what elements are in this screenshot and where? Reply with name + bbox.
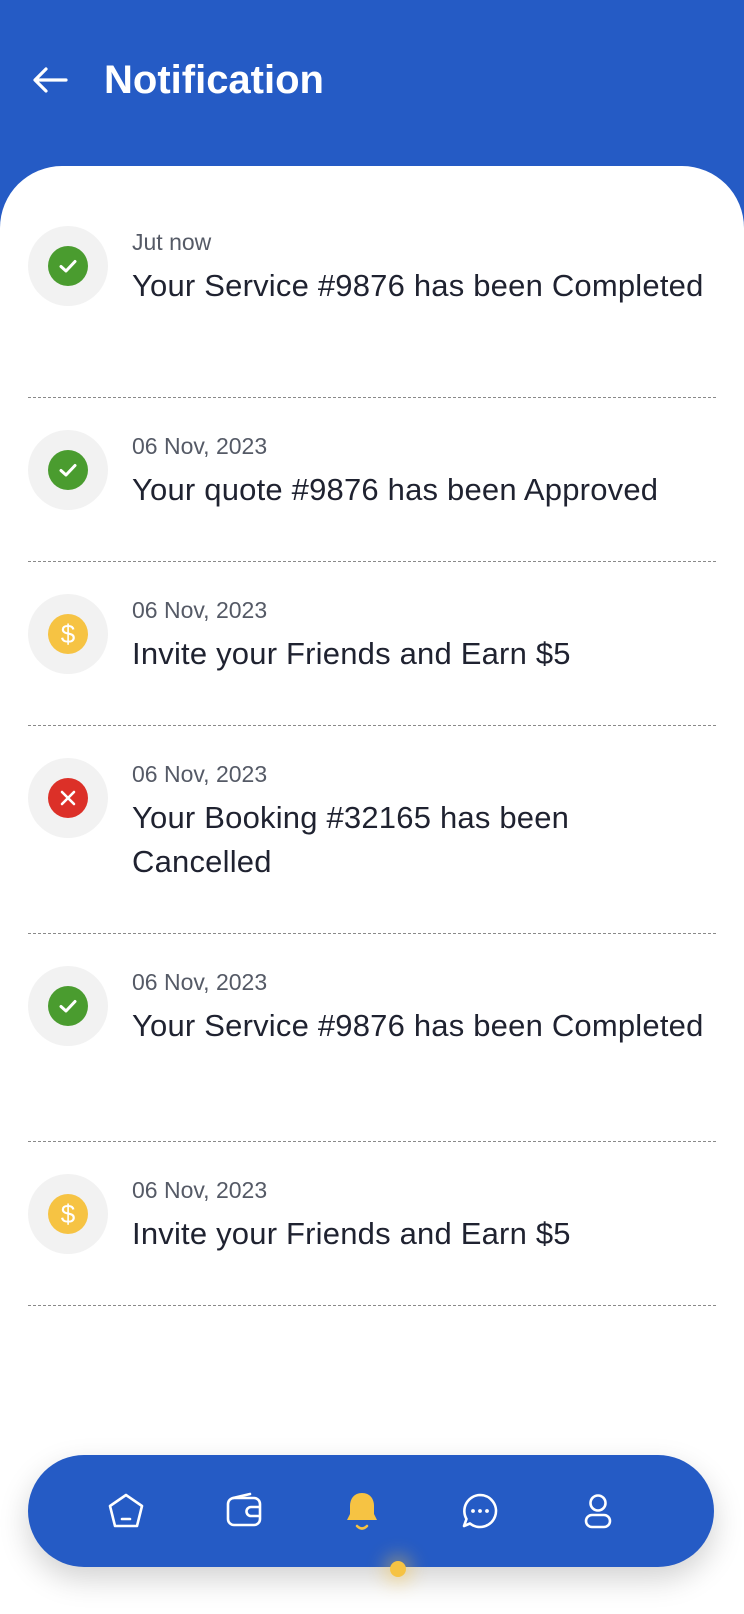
notification-message: Your quote #9876 has been Approved — [132, 472, 659, 507]
notification-date: 06 Nov, 2023 — [132, 597, 268, 623]
notification-sheet: Jut now Your Service #9876 has been Comp… — [0, 166, 744, 1614]
profile-icon — [584, 1494, 612, 1529]
notification-icon-holder: $ — [28, 594, 108, 674]
svg-text:$: $ — [61, 620, 76, 648]
notification-screen: Notification Jut now Your Service #9876 … — [0, 0, 744, 1614]
svg-text:$: $ — [61, 1200, 76, 1228]
notification-icon-holder — [28, 966, 108, 1046]
nav-profile-button[interactable] — [568, 1481, 628, 1541]
notification-item[interactable]: $ 06 Nov, 2023 Invite your Friends and E… — [28, 562, 716, 726]
notification-message: Your Booking #32165 has been Cancelled — [132, 800, 570, 879]
nav-wallet-button[interactable] — [214, 1481, 274, 1541]
notification-message: Your Service #9876 has been Completed — [132, 268, 704, 303]
notification-message: Invite your Friends and Earn $5 — [132, 1216, 571, 1251]
notification-item[interactable]: 06 Nov, 2023 Your Booking #32165 has bee… — [28, 726, 716, 934]
bottom-nav — [28, 1455, 714, 1577]
notification-item[interactable]: 06 Nov, 2023 Your quote #9876 has been A… — [28, 398, 716, 562]
notification-icon-holder — [28, 430, 108, 510]
notification-item[interactable]: $ 06 Nov, 2023 Invite your Friends and E… — [28, 1142, 716, 1306]
notification-date: Jut now — [132, 229, 212, 255]
home-icon — [108, 1493, 144, 1528]
check-circle-icon — [48, 450, 88, 490]
notification-item[interactable]: Jut now Your Service #9876 has been Comp… — [28, 166, 716, 398]
arrow-left-icon — [33, 67, 68, 93]
nav-notification-button[interactable] — [332, 1481, 392, 1541]
back-button[interactable] — [28, 58, 72, 102]
notification-message: Invite your Friends and Earn $5 — [132, 636, 571, 671]
page-title: Notification — [104, 58, 324, 102]
nav-home-button[interactable] — [96, 1481, 156, 1541]
notification-item[interactable]: 06 Nov, 2023 Your Service #9876 has been… — [28, 934, 716, 1142]
notification-date: 06 Nov, 2023 — [132, 969, 268, 995]
dollar-coin-icon: $ — [48, 614, 88, 654]
check-circle-icon — [48, 246, 88, 286]
wallet-icon — [226, 1492, 262, 1527]
notification-date: 06 Nov, 2023 — [132, 761, 268, 787]
dollar-coin-icon: $ — [48, 1194, 88, 1234]
active-tab-indicator — [390, 1561, 406, 1577]
nav-chat-button[interactable] — [450, 1481, 510, 1541]
x-circle-icon — [48, 778, 88, 818]
notification-date: 06 Nov, 2023 — [132, 1177, 268, 1203]
check-circle-icon — [48, 986, 88, 1026]
bell-icon — [347, 1493, 377, 1530]
notification-message: Your Service #9876 has been Completed — [132, 1008, 704, 1043]
chat-icon — [462, 1493, 498, 1529]
notification-date: 06 Nov, 2023 — [132, 433, 268, 459]
notification-icon-holder — [28, 758, 108, 838]
notification-icon-holder — [28, 226, 108, 306]
notification-icon-holder: $ — [28, 1174, 108, 1254]
app-header: Notification — [0, 0, 744, 170]
